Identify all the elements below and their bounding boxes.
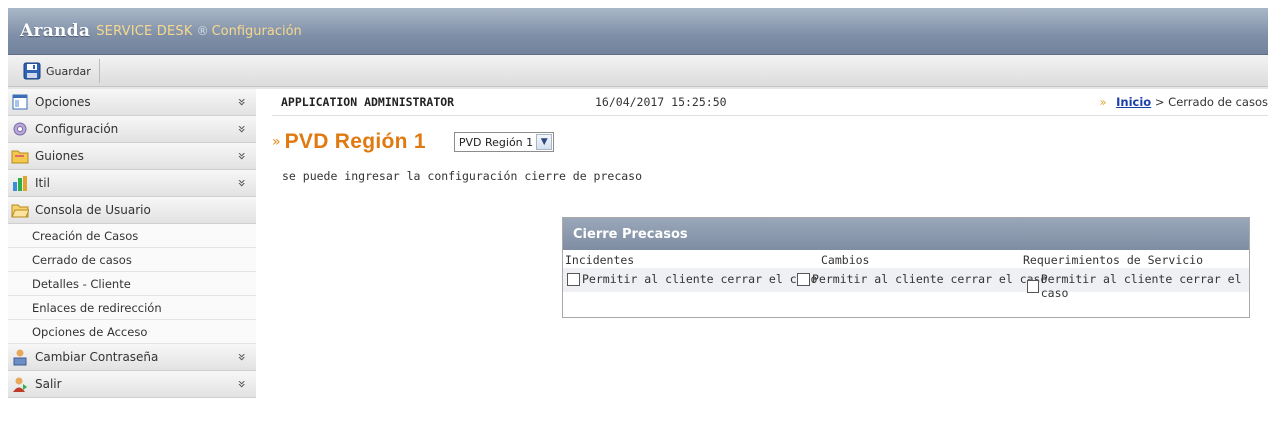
column-header-cambios: Cambios <box>821 253 870 267</box>
module-name: Configuración <box>211 23 302 39</box>
chevron-down-icon: » <box>233 124 250 134</box>
checkbox-box[interactable] <box>1027 279 1039 293</box>
sidebar-item-cerrado-de-casos[interactable]: Cerrado de casos <box>8 248 256 272</box>
bar-chart-icon <box>13 176 27 191</box>
folder-open-icon <box>11 204 29 218</box>
sidebar-section-consola-de-usuario[interactable]: Consola de Usuario <box>8 197 256 224</box>
checkbox-label: Permitir al cliente cerrar el caso <box>582 272 818 286</box>
chevron-down-icon: » <box>233 97 250 107</box>
save-label: Guardar <box>46 64 91 78</box>
exit-user-icon <box>13 377 27 392</box>
chevron-down-icon: » <box>233 151 250 161</box>
sidebar-section-configuracion[interactable]: Configuración » <box>8 116 256 143</box>
checkbox-label: Permitir al cliente cerrar el caso <box>812 272 1048 286</box>
chevron-down-icon[interactable]: ▼ <box>536 134 553 150</box>
product-name: SERVICE DESK <box>96 23 193 39</box>
sidebar-item-enlaces-de-redireccion[interactable]: Enlaces de redirección <box>8 296 256 320</box>
cierre-precasos-panel: Cierre Precasos Incidentes Cambios Reque… <box>562 217 1250 318</box>
window-icon <box>12 94 28 110</box>
status-bar: APPLICATION ADMINISTRATOR 16/04/2017 15:… <box>272 89 1268 116</box>
brand-name: Aranda <box>20 21 91 41</box>
sidebar-item-opciones-de-acceso[interactable]: Opciones de Acceso <box>8 320 256 344</box>
page-title: PVD Región 1 <box>284 130 426 153</box>
chevron-down-icon: » <box>233 379 250 389</box>
chevron-down-icon: » <box>233 178 250 188</box>
title-arrow-icon: » <box>272 134 281 150</box>
checkbox-label: Permitir al cliente cerrar el caso <box>1040 272 1242 300</box>
breadcrumb-current: Cerrado de casos <box>1168 95 1268 109</box>
sidebar-section-label: Consola de Usuario <box>35 203 151 217</box>
registered-mark: ® <box>196 24 209 38</box>
checkbox-requerimientos[interactable]: Permitir al cliente cerrar el caso <box>1027 272 1249 300</box>
sidebar-section-label: Configuración <box>35 122 119 136</box>
key-user-icon <box>13 349 27 366</box>
current-datetime: 16/04/2017 15:25:50 <box>595 95 727 109</box>
column-header-requerimientos: Requerimientos de Servicio <box>1023 253 1204 267</box>
checkbox-cambios[interactable]: Permitir al cliente cerrar el caso <box>797 272 1047 286</box>
sidebar-section-guiones[interactable]: Guiones » <box>8 143 256 170</box>
sidebar-section-salir[interactable]: Salir » <box>8 371 256 398</box>
sidebar-item-detalles-cliente[interactable]: Detalles - Cliente <box>8 272 256 296</box>
breadcrumb-separator: > <box>1154 95 1165 109</box>
floppy-disk-icon <box>23 62 41 80</box>
save-button[interactable]: Guardar <box>18 59 100 83</box>
panel-columns: Incidentes Cambios Requerimientos de Ser… <box>563 250 1249 268</box>
panel-checkbox-row: Permitir al cliente cerrar el caso Permi… <box>563 268 1249 300</box>
region-select[interactable]: PVD Región 1 ▼ <box>453 132 555 152</box>
app-header: Aranda SERVICE DESK ® Configuración <box>8 8 1268 55</box>
page-title-row: » PVD Región 1 PVD Región 1 ▼ <box>272 127 555 157</box>
sidebar-section-opciones[interactable]: Opciones » <box>8 89 256 116</box>
checkbox-box[interactable] <box>567 272 580 286</box>
sidebar-section-itil[interactable]: Itil » <box>8 170 256 197</box>
breadcrumb-arrow-icon: » <box>1099 95 1107 109</box>
region-select-value: PVD Región 1 <box>458 135 534 149</box>
sidebar-section-cambiar-contrasena[interactable]: Cambiar Contraseña » <box>8 344 256 371</box>
breadcrumb-home-link[interactable]: Inicio <box>1116 95 1151 109</box>
checkbox-incidentes[interactable]: Permitir al cliente cerrar el caso <box>567 272 817 286</box>
folder-icon <box>11 150 29 164</box>
current-user: APPLICATION ADMINISTRATOR <box>281 95 455 109</box>
gear-icon <box>13 122 27 136</box>
sidebar-section-label: Opciones <box>35 95 91 109</box>
column-header-incidentes: Incidentes <box>565 253 635 267</box>
page-description: se puede ingresar la configuración cierr… <box>282 169 643 183</box>
checkbox-box[interactable] <box>797 272 810 286</box>
sidebar-section-label: Cambiar Contraseña <box>35 350 159 364</box>
sidebar: Opciones » Configuración » Guiones » Iti… <box>8 89 256 398</box>
chevron-down-icon: » <box>233 352 250 362</box>
sidebar-item-creacion-de-casos[interactable]: Creación de Casos <box>8 224 256 248</box>
sidebar-section-label: Itil <box>35 176 50 190</box>
sidebar-section-label: Guiones <box>35 149 84 163</box>
panel-title: Cierre Precasos <box>563 218 1249 250</box>
toolbar: Guardar <box>8 55 1268 87</box>
breadcrumb: » Inicio > Cerrado de casos <box>1099 95 1268 109</box>
sidebar-section-label: Salir <box>35 377 62 391</box>
main-content: APPLICATION ADMINISTRATOR 16/04/2017 15:… <box>272 89 1268 318</box>
